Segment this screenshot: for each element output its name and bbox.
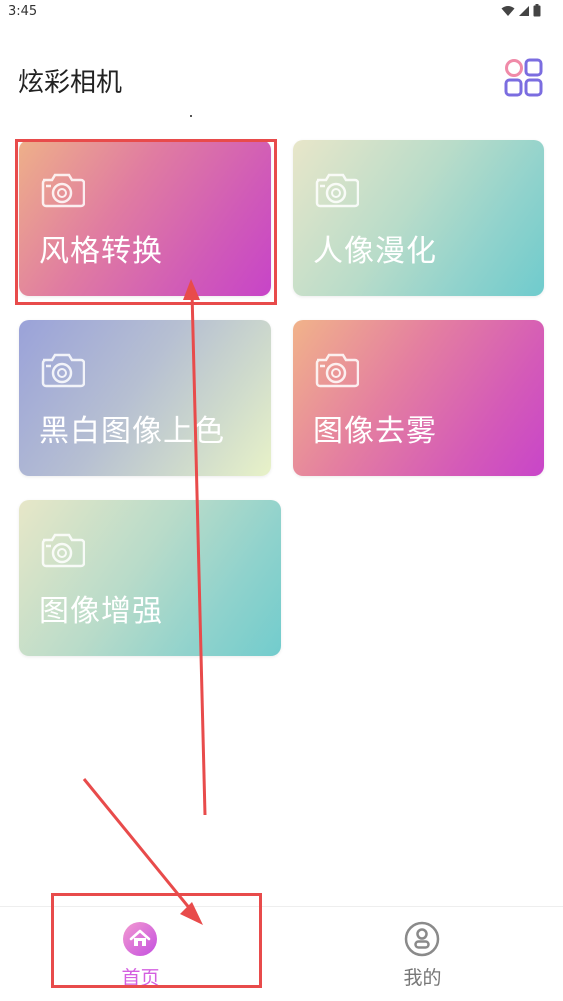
card-enhance[interactable]: 图像增强: [19, 500, 281, 656]
user-icon: [404, 921, 440, 957]
card-colorize[interactable]: 黑白图像上色: [19, 320, 271, 476]
nav-home-label: 首页: [121, 967, 160, 989]
status-time: 3:45: [8, 4, 38, 19]
arrow-line-down: [82, 778, 197, 916]
signal-icon: [519, 5, 529, 16]
wifi-icon: [501, 5, 515, 16]
nav-home[interactable]: 首页: [0, 907, 281, 1001]
screen: 3:45 炫彩相机 风格转换 人像漫化 黑白图像上色 图像去雾 图像增强 首页 …: [0, 0, 563, 1001]
battery-icon: [533, 4, 541, 17]
card-label: 黑白图像上色: [39, 414, 225, 449]
card-label: 人像漫化: [313, 234, 437, 269]
card-dehaze[interactable]: 图像去雾: [293, 320, 544, 476]
camera-icon: [315, 173, 359, 208]
card-label: 图像去雾: [313, 414, 437, 449]
status-icons: [501, 4, 541, 17]
card-label: 风格转换: [39, 234, 163, 269]
nav-mine-label: 我的: [403, 967, 442, 989]
camera-icon: [41, 173, 85, 208]
card-style-transfer[interactable]: 风格转换: [19, 140, 271, 296]
app-title: 炫彩相机: [18, 68, 123, 98]
card-portrait-anime[interactable]: 人像漫化: [293, 140, 544, 296]
nav-mine[interactable]: 我的: [282, 907, 563, 1001]
card-label: 图像增强: [39, 594, 163, 629]
grid-apps-icon[interactable]: [502, 56, 544, 98]
camera-icon: [41, 533, 85, 568]
camera-icon: [41, 353, 85, 388]
status-bar: 3:45: [0, 0, 563, 24]
home-icon: [123, 922, 157, 956]
bottom-nav: 首页 我的: [0, 906, 563, 1001]
decorative-dot: [190, 115, 192, 117]
camera-icon: [315, 353, 359, 388]
